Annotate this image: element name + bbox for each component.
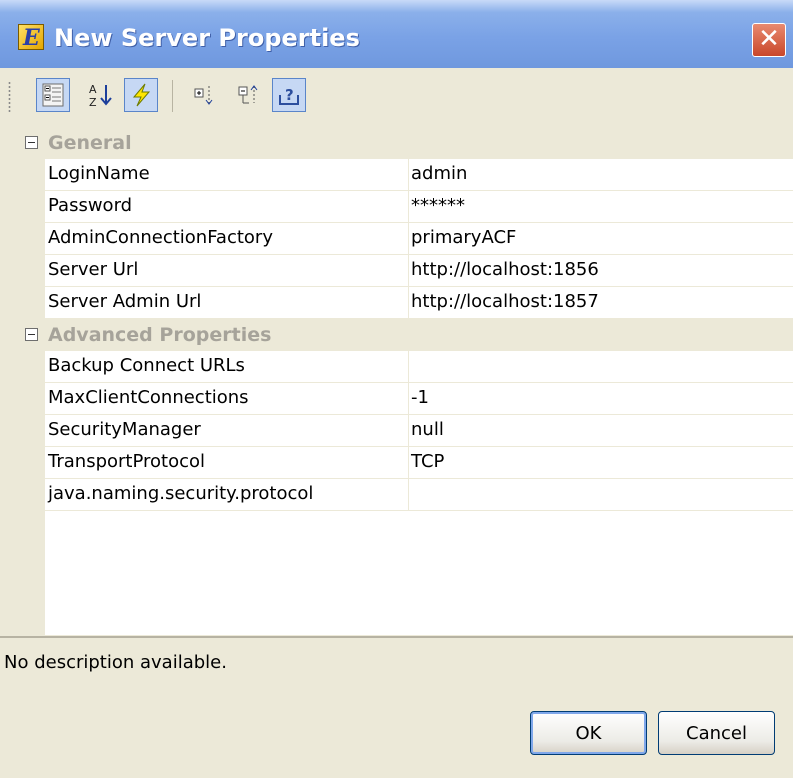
property-name: MaxClientConnections [48, 387, 249, 408]
property-row[interactable]: AdminConnectionFactory primaryACF [17, 223, 793, 255]
toolbar-separator [172, 80, 173, 112]
window-title: New Server Properties [54, 24, 360, 52]
property-row[interactable]: Server Admin Url http://localhost:1857 [17, 287, 793, 319]
category-label: Advanced Properties [48, 324, 272, 346]
property-value: ****** [411, 195, 465, 216]
categorized-view-button[interactable] [36, 78, 70, 112]
svg-text:?: ? [285, 86, 294, 104]
property-value: http://localhost:1856 [411, 259, 599, 280]
property-row[interactable]: LoginName admin [17, 159, 793, 191]
property-value: primaryACF [411, 227, 517, 248]
property-value: null [411, 419, 444, 440]
description-text: No description available. [4, 652, 227, 673]
property-row[interactable]: SecurityManager null [17, 415, 793, 447]
property-value: TCP [411, 451, 445, 472]
property-value-cell[interactable] [408, 351, 793, 382]
events-lightning-icon [132, 83, 151, 107]
property-row[interactable]: java.naming.security.protocol [17, 479, 793, 511]
property-row[interactable]: Password ****** [17, 191, 793, 223]
property-value-cell[interactable]: -1 [408, 383, 793, 414]
property-name: SecurityManager [48, 419, 201, 440]
category-advanced-properties[interactable]: Advanced Properties [17, 319, 793, 351]
property-value-cell[interactable] [408, 479, 793, 510]
property-value-cell[interactable]: primaryACF [408, 223, 793, 254]
property-row[interactable]: MaxClientConnections -1 [17, 383, 793, 415]
collapse-toggle-icon[interactable] [25, 136, 38, 149]
expand-all-button[interactable] [188, 78, 222, 112]
property-row[interactable]: Backup Connect URLs [17, 351, 793, 383]
events-button[interactable] [124, 78, 158, 112]
property-name: LoginName [48, 163, 150, 184]
property-value-cell[interactable]: http://localhost:1856 [408, 255, 793, 286]
property-value-cell[interactable]: ****** [408, 191, 793, 222]
property-name: Password [48, 195, 133, 216]
help-description-button[interactable]: ? [272, 78, 306, 112]
property-name: Server Url [48, 259, 139, 280]
property-grid: General LoginName admin Password ****** … [17, 127, 793, 635]
sort-alphabetical-icon: A Z [89, 83, 112, 108]
property-value: -1 [411, 387, 429, 408]
property-name: Server Admin Url [48, 291, 202, 312]
category-label: General [48, 132, 132, 154]
property-name: Backup Connect URLs [48, 355, 245, 376]
property-row[interactable]: TransportProtocol TCP [17, 447, 793, 479]
property-name: java.naming.security.protocol [48, 483, 314, 504]
title-bar[interactable]: E New Server Properties ✕ [0, 0, 793, 69]
property-value: http://localhost:1857 [411, 291, 599, 312]
app-logo-icon: E [18, 24, 44, 51]
property-value-cell[interactable]: http://localhost:1857 [408, 287, 793, 318]
property-name: AdminConnectionFactory [48, 227, 273, 248]
collapse-all-button[interactable] [232, 78, 266, 112]
close-button[interactable]: ✕ [752, 23, 786, 57]
property-name: TransportProtocol [48, 451, 205, 472]
expand-all-icon [194, 86, 213, 105]
property-value-cell[interactable]: admin [408, 159, 793, 190]
help-description-icon: ? [279, 86, 299, 105]
splitter[interactable] [0, 636, 793, 638]
category-general[interactable]: General [17, 127, 793, 159]
cancel-button[interactable]: Cancel [658, 711, 775, 755]
dialog-window: E New Server Properties ✕ A Z ? General … [0, 0, 793, 778]
collapse-all-icon [238, 85, 258, 104]
toolbar-grip[interactable] [8, 81, 11, 113]
collapse-toggle-icon[interactable] [25, 328, 38, 341]
ok-button[interactable]: OK [530, 711, 647, 755]
sort-alphabetical-button[interactable]: A Z [84, 78, 118, 112]
property-toolbar: A Z ? [0, 68, 793, 124]
svg-text:A: A [89, 83, 97, 96]
property-row[interactable]: Server Url http://localhost:1856 [17, 255, 793, 287]
svg-text:Z: Z [89, 96, 97, 108]
property-value-cell[interactable]: null [408, 415, 793, 446]
property-value: admin [411, 163, 468, 184]
categorized-view-icon [42, 83, 64, 107]
property-value-cell[interactable]: TCP [408, 447, 793, 478]
